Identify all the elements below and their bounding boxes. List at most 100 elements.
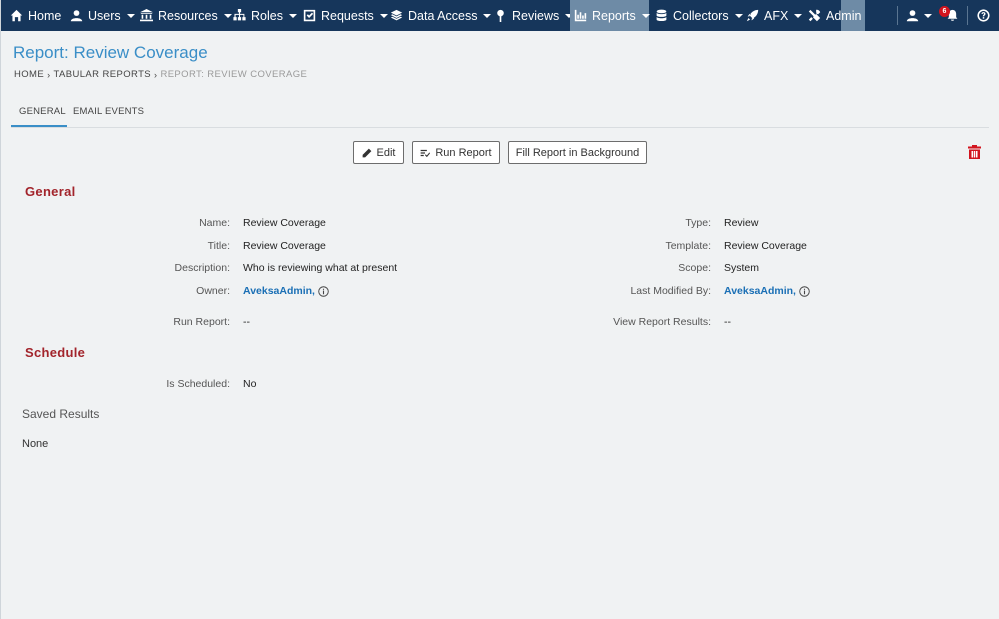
last-modified-by-label: Last Modified By: xyxy=(630,285,711,297)
owner-link[interactable]: AveksaAdmin, xyxy=(243,285,315,297)
template-value: Review Coverage xyxy=(724,240,807,252)
nav-resources-label: Resources xyxy=(158,8,218,23)
chevron-down-icon xyxy=(924,13,932,18)
fill-report-background-button-label: Fill Report in Background xyxy=(515,146,640,159)
nav-users-label: Users xyxy=(88,8,121,23)
nav-reviews-label: Reviews xyxy=(512,8,560,23)
schedule-heading: Schedule xyxy=(25,345,86,360)
checkbox-icon xyxy=(303,9,316,22)
nav-admin-label: Admin xyxy=(826,8,862,23)
chevron-down-icon xyxy=(379,13,388,18)
breadcrumb-current: REPORT: REVIEW COVERAGE xyxy=(160,69,308,80)
nav-reviews[interactable]: Reviews xyxy=(494,0,574,31)
breadcrumb: HOME › TABULAR REPORTS › REPORT: REVIEW … xyxy=(14,69,307,80)
rocket-icon xyxy=(746,9,759,22)
active-tab-indicator xyxy=(11,125,67,127)
run-report-button-label: Run Report xyxy=(435,146,492,159)
name-value: Review Coverage xyxy=(243,217,326,229)
chevron-down-icon xyxy=(288,13,297,18)
title-value: Review Coverage xyxy=(243,240,326,252)
scope-label: Scope: xyxy=(678,262,711,274)
chevron-down-icon xyxy=(483,13,492,18)
nav-data-access[interactable]: Data Access xyxy=(390,0,492,31)
nav-divider xyxy=(897,6,898,25)
chevron-right-icon: › xyxy=(154,69,158,80)
tools-icon xyxy=(808,9,821,22)
nav-collectors-label: Collectors xyxy=(673,8,729,23)
chevron-down-icon xyxy=(641,13,650,18)
is-scheduled-value: No xyxy=(243,378,257,390)
nav-requests[interactable]: Requests xyxy=(303,0,388,31)
trash-icon[interactable] xyxy=(968,145,981,159)
description-value: Who is reviewing what at present xyxy=(243,262,398,274)
run-report-value: -- xyxy=(243,316,250,328)
chevron-down-icon xyxy=(794,13,803,18)
breadcrumb-tabular-reports[interactable]: TABULAR REPORTS xyxy=(54,69,152,80)
nav-home[interactable]: Home xyxy=(10,0,61,31)
help-icon xyxy=(977,9,990,22)
tab-general[interactable]: GENERAL xyxy=(19,106,66,117)
nav-users[interactable]: Users xyxy=(70,0,135,31)
map-pin-icon xyxy=(497,9,504,22)
user-icon xyxy=(906,10,919,22)
top-nav-bar: Home Users Resources Roles Requests Data… xyxy=(1,0,999,31)
owner-value: AveksaAdmin, xyxy=(243,285,329,297)
last-modified-by-value: AveksaAdmin, xyxy=(724,285,810,297)
page-title: Report: Review Coverage xyxy=(13,43,208,62)
nav-collectors[interactable]: Collectors xyxy=(655,0,743,31)
is-scheduled-label: Is Scheduled: xyxy=(166,378,230,390)
last-modified-by-link[interactable]: AveksaAdmin, xyxy=(724,285,796,297)
template-label: Template: xyxy=(665,240,711,252)
breadcrumb-home[interactable]: HOME xyxy=(14,69,44,80)
nav-data-access-label: Data Access xyxy=(408,8,478,23)
saved-results-heading: Saved Results xyxy=(22,407,100,421)
view-report-results-value: -- xyxy=(724,316,731,328)
nav-reports-label: Reports xyxy=(592,8,636,23)
chevron-down-icon xyxy=(734,13,743,18)
nav-requests-label: Requests xyxy=(321,8,374,23)
notifications-button[interactable] xyxy=(946,0,964,31)
name-label: Name: xyxy=(199,217,230,229)
nav-admin[interactable]: Admin xyxy=(808,0,861,31)
notification-badge: 6 xyxy=(939,6,950,17)
chevron-down-icon xyxy=(126,13,135,18)
owner-label: Owner: xyxy=(196,285,230,297)
run-list-icon xyxy=(420,149,431,157)
bar-chart-icon xyxy=(574,9,587,22)
nav-reports[interactable]: Reports xyxy=(570,0,650,31)
nav-afx-label: AFX xyxy=(764,8,789,23)
edit-button-label: Edit xyxy=(376,146,396,159)
saved-results-value: None xyxy=(22,438,49,450)
fill-report-background-button[interactable]: Fill Report in Background xyxy=(508,141,647,164)
run-report-button[interactable]: Run Report xyxy=(412,141,500,164)
home-icon xyxy=(10,9,23,22)
edit-button[interactable]: Edit xyxy=(353,141,404,164)
nav-divider xyxy=(967,6,968,25)
user-menu[interactable] xyxy=(906,0,932,31)
nav-roles-label: Roles xyxy=(251,8,283,23)
chevron-right-icon: › xyxy=(47,69,51,80)
nav-afx[interactable]: AFX xyxy=(746,0,803,31)
tab-email-events[interactable]: EMAIL EVENTS xyxy=(73,106,144,117)
bank-icon xyxy=(140,9,153,22)
pencil-icon xyxy=(362,148,371,157)
run-report-label: Run Report: xyxy=(173,316,230,328)
type-value: Review xyxy=(724,217,759,229)
general-heading: General xyxy=(25,184,76,199)
database-icon xyxy=(656,9,667,21)
tabs-divider xyxy=(11,127,989,128)
scope-value: System xyxy=(724,262,760,274)
user-icon xyxy=(70,10,83,22)
description-label: Description: xyxy=(174,262,230,274)
nav-resources[interactable]: Resources xyxy=(140,0,232,31)
hierarchy-icon xyxy=(233,9,246,21)
nav-roles[interactable]: Roles xyxy=(233,0,297,31)
info-icon[interactable] xyxy=(318,285,329,297)
help-button[interactable] xyxy=(977,0,995,31)
layers-icon xyxy=(390,9,403,21)
info-icon[interactable] xyxy=(799,285,810,297)
type-label: Type: xyxy=(685,217,711,229)
view-report-results-label: View Report Results: xyxy=(613,316,711,328)
chevron-down-icon xyxy=(223,13,232,18)
nav-home-label: Home xyxy=(28,8,62,23)
